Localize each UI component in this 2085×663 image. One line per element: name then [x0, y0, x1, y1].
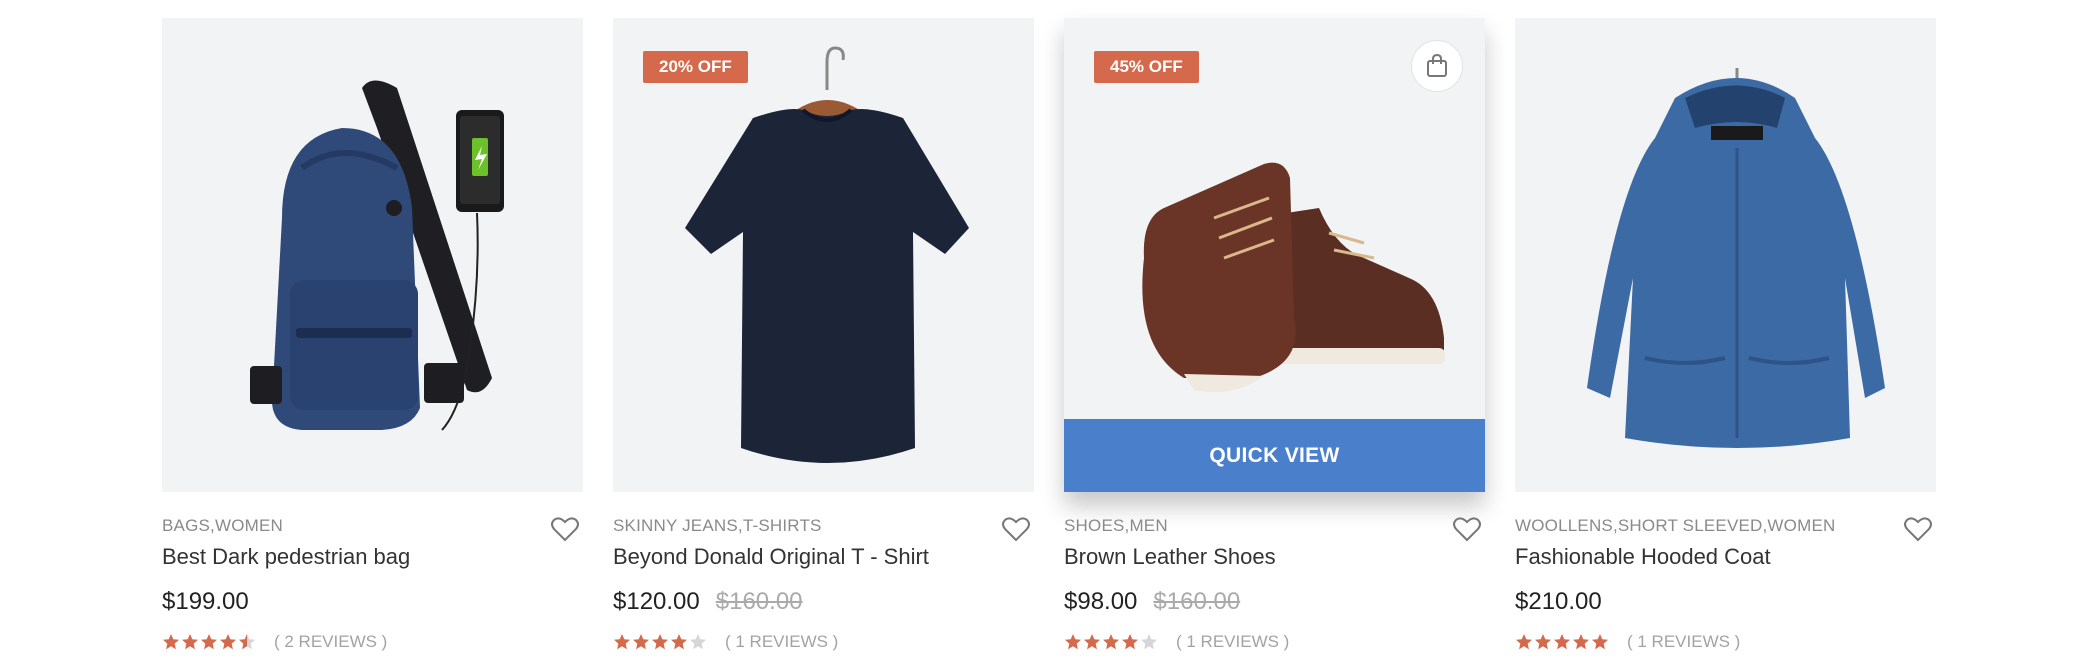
star-icon [690, 634, 706, 650]
star-icon [1103, 634, 1119, 650]
product-image[interactable] [1515, 18, 1936, 492]
reviews-count[interactable]: ( 1 REVIEWS ) [1176, 632, 1289, 652]
star-icon [633, 634, 649, 650]
product-card[interactable]: BAGS,WOMEN Best Dark pedestrian bag $199… [162, 18, 583, 652]
product-grid: BAGS,WOMEN Best Dark pedestrian bag $199… [162, 18, 1936, 652]
star-icon [220, 634, 236, 650]
product-image[interactable]: 20% OFF [613, 18, 1034, 492]
add-to-cart-button[interactable] [1411, 40, 1463, 92]
product-price: $120.00 [613, 588, 700, 615]
discount-badge: 20% OFF [643, 51, 748, 83]
product-old-price: $160.00 [715, 588, 803, 615]
reviews-count[interactable]: ( 1 REVIEWS ) [725, 632, 838, 652]
star-icon [671, 634, 687, 650]
reviews-count[interactable]: ( 1 REVIEWS ) [1627, 632, 1740, 652]
quick-view-button[interactable]: QUICK VIEW [1064, 419, 1485, 492]
star-icon [1554, 634, 1570, 650]
product-card[interactable]: WOOLLENS,SHORT SLEEVED,WOMEN Fashionable… [1515, 18, 1936, 652]
wishlist-heart-icon[interactable] [1904, 516, 1932, 542]
product-card[interactable]: 20% OFF SKINNY JEANS,T-SHIRTS Beyond Don… [613, 18, 1034, 652]
star-icon [163, 634, 179, 650]
product-price: $199.00 [162, 588, 249, 615]
product-image[interactable] [162, 18, 583, 492]
star-icon [239, 634, 255, 650]
tshirt-on-hanger-image [685, 46, 969, 463]
product-card[interactable]: 45% OFF QUICK VIEW SHOES,MEN Brown Leath… [1064, 18, 1485, 652]
star-icon [182, 634, 198, 650]
star-icon [652, 634, 668, 650]
wishlist-heart-icon[interactable] [1453, 516, 1481, 542]
star-icon [1592, 634, 1608, 650]
star-rating [162, 633, 256, 651]
star-icon [1141, 634, 1157, 650]
crossbody-backpack-image [250, 80, 504, 431]
star-icon [1516, 634, 1532, 650]
product-categories[interactable]: BAGS,WOMEN [162, 516, 583, 536]
discount-badge: 45% OFF [1094, 51, 1199, 83]
star-icon [1084, 634, 1100, 650]
product-title[interactable]: Fashionable Hooded Coat [1515, 544, 1936, 570]
product-categories[interactable]: SKINNY JEANS,T-SHIRTS [613, 516, 1034, 536]
shopping-bag-icon [1427, 54, 1447, 77]
product-title[interactable]: Brown Leather Shoes [1064, 544, 1485, 570]
wishlist-heart-icon[interactable] [1002, 516, 1030, 542]
star-icon [1535, 634, 1551, 650]
star-icon [201, 634, 217, 650]
star-icon [614, 634, 630, 650]
star-icon [1573, 634, 1589, 650]
product-title[interactable]: Best Dark pedestrian bag [162, 544, 583, 570]
product-categories[interactable]: WOOLLENS,SHORT SLEEVED,WOMEN [1515, 516, 1936, 536]
star-rating [1064, 633, 1158, 651]
star-rating [613, 633, 707, 651]
product-image[interactable]: 45% OFF QUICK VIEW [1064, 18, 1485, 492]
product-price: $210.00 [1515, 588, 1602, 615]
product-categories[interactable]: SHOES,MEN [1064, 516, 1485, 536]
star-icon [1122, 634, 1138, 650]
wishlist-heart-icon[interactable] [551, 516, 579, 542]
reviews-count[interactable]: ( 2 REVIEWS ) [274, 632, 387, 652]
product-title[interactable]: Beyond Donald Original T - Shirt [613, 544, 1034, 570]
hooded-coat-image [1587, 68, 1885, 448]
star-rating [1515, 633, 1609, 651]
product-old-price: $160.00 [1153, 588, 1241, 615]
product-price: $98.00 [1064, 588, 1138, 615]
star-icon [1065, 634, 1081, 650]
